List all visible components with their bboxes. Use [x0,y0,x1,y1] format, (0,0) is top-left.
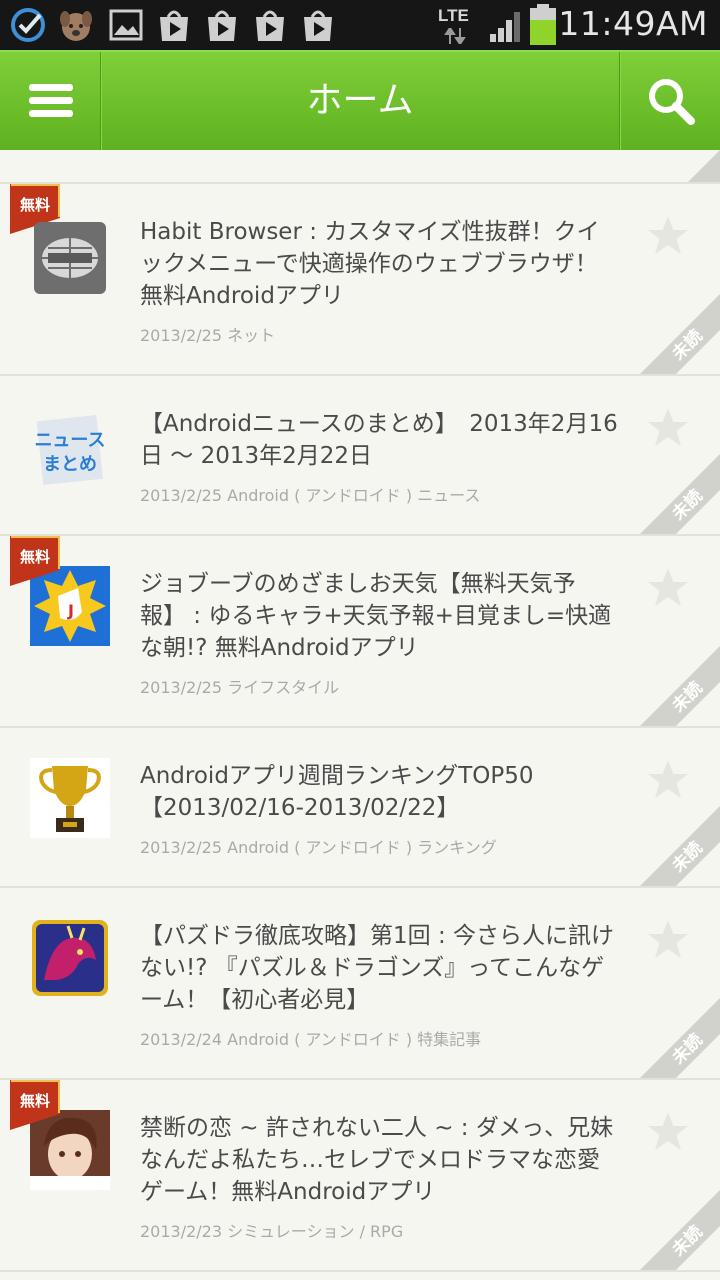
list-item[interactable]: 無料 Habit Browser : カスタマイズ性抜群！クイックメニューで快適… [0,184,720,376]
play-store-icon [256,10,284,41]
article-meta: 2013/2/25 Android ( アンドロイド ) ランキング [140,838,497,857]
article-title[interactable]: ジョブーブのめざましお天気【無料天気予報】 : ゆるキャラ+天気予報+目覚まし=… [140,568,620,664]
signal-strength-icon [490,12,520,42]
list-item-partial[interactable]: 未読 [0,150,720,184]
unread-ribbon: 未読 [640,998,720,1078]
data-arrows-icon [444,28,466,44]
star-icon[interactable] [646,566,690,610]
battery-icon [530,4,556,45]
check-circle-icon [11,8,45,42]
article-title[interactable]: 【Androidニュースのまとめ】 2013年2月16日 ～ 2013年2月22… [140,408,620,472]
list-item[interactable]: Androidアプリ週間ランキングTOP50【2013/02/16-2013/0… [0,728,720,888]
star-icon[interactable] [646,214,690,258]
shopping-bag-icon [304,10,332,41]
svg-text:ニュース: ニュース [34,430,105,451]
article-meta: 2013/2/25 Android ( アンドロイド ) ニュース [140,486,481,505]
unread-ribbon: 未読 [640,294,720,374]
unread-ribbon: 未読 [640,150,720,182]
star-icon[interactable] [646,406,690,450]
status-bar: LTE 11:49AM [0,0,720,50]
free-badge: 無料 [10,536,60,586]
search-button[interactable] [620,52,720,150]
play-store-icon [160,10,188,41]
article-meta: 2013/2/23 シミュレーション / RPG [140,1222,404,1241]
dragon-game-icon [32,920,108,996]
svg-text:J: J [67,601,74,620]
page-title: ホーム [306,80,414,121]
list-item[interactable]: J 無料 ジョブーブのめざましお天気【無料天気予報】 : ゆるキャラ+天気予報+… [0,536,720,728]
unread-ribbon: 未読 [640,806,720,886]
article-title[interactable]: Androidアプリ週間ランキングTOP50【2013/02/16-2013/0… [140,760,620,824]
article-meta: 2013/2/24 Android ( アンドロイド ) 特集記事 [140,1030,482,1049]
clock-time: 11:49AM [558,4,708,43]
article-list[interactable]: 未読 無料 Habit Browser : カスタマイズ性抜群！クイックメニュー… [0,150,720,1272]
list-item[interactable]: ニュース まとめ 【Androidニュースのまとめ】 2013年2月16日 ～ … [0,376,720,536]
article-title[interactable]: 禁断の恋 ~ 許されない二人 ~ : ダメっ、兄妹なんだよ私たち…セレブでメロド… [140,1112,620,1208]
unread-ribbon: 未読 [640,454,720,534]
star-icon[interactable] [646,758,690,802]
star-icon[interactable] [646,918,690,962]
article-meta: 2013/2/25 ネット [140,326,276,345]
trophy-icon [30,758,110,838]
network-type-label: LTE [438,6,469,25]
list-item[interactable]: 無料 禁断の恋 ~ 許されない二人 ~ : ダメっ、兄妹なんだよ私たち…セレブで… [0,1080,720,1272]
star-icon[interactable] [646,1110,690,1154]
app-bar: ホーム [0,50,720,150]
unread-ribbon: 未読 [640,1190,720,1270]
menu-button[interactable] [0,52,100,150]
article-meta: 2013/2/25 ライフスタイル [140,678,340,697]
dog-face-icon [60,11,92,41]
play-store-icon [208,10,236,41]
unread-ribbon: 未読 [640,646,720,726]
news-matome-icon: ニュース まとめ [30,412,110,492]
habit-browser-icon [34,222,106,294]
search-icon [649,79,695,125]
list-item[interactable]: 【パズドラ徹底攻略】第1回 : 今さら人に訊けない!? 『パズル＆ドラゴンズ』っ… [0,888,720,1080]
free-badge: 無料 [10,1080,60,1130]
article-title[interactable]: 【パズドラ徹底攻略】第1回 : 今さら人に訊けない!? 『パズル＆ドラゴンズ』っ… [140,920,620,1016]
svg-text:まとめ: まとめ [43,454,97,475]
image-icon [109,9,143,41]
article-title[interactable]: Habit Browser : カスタマイズ性抜群！クイックメニューで快適操作の… [140,216,620,312]
